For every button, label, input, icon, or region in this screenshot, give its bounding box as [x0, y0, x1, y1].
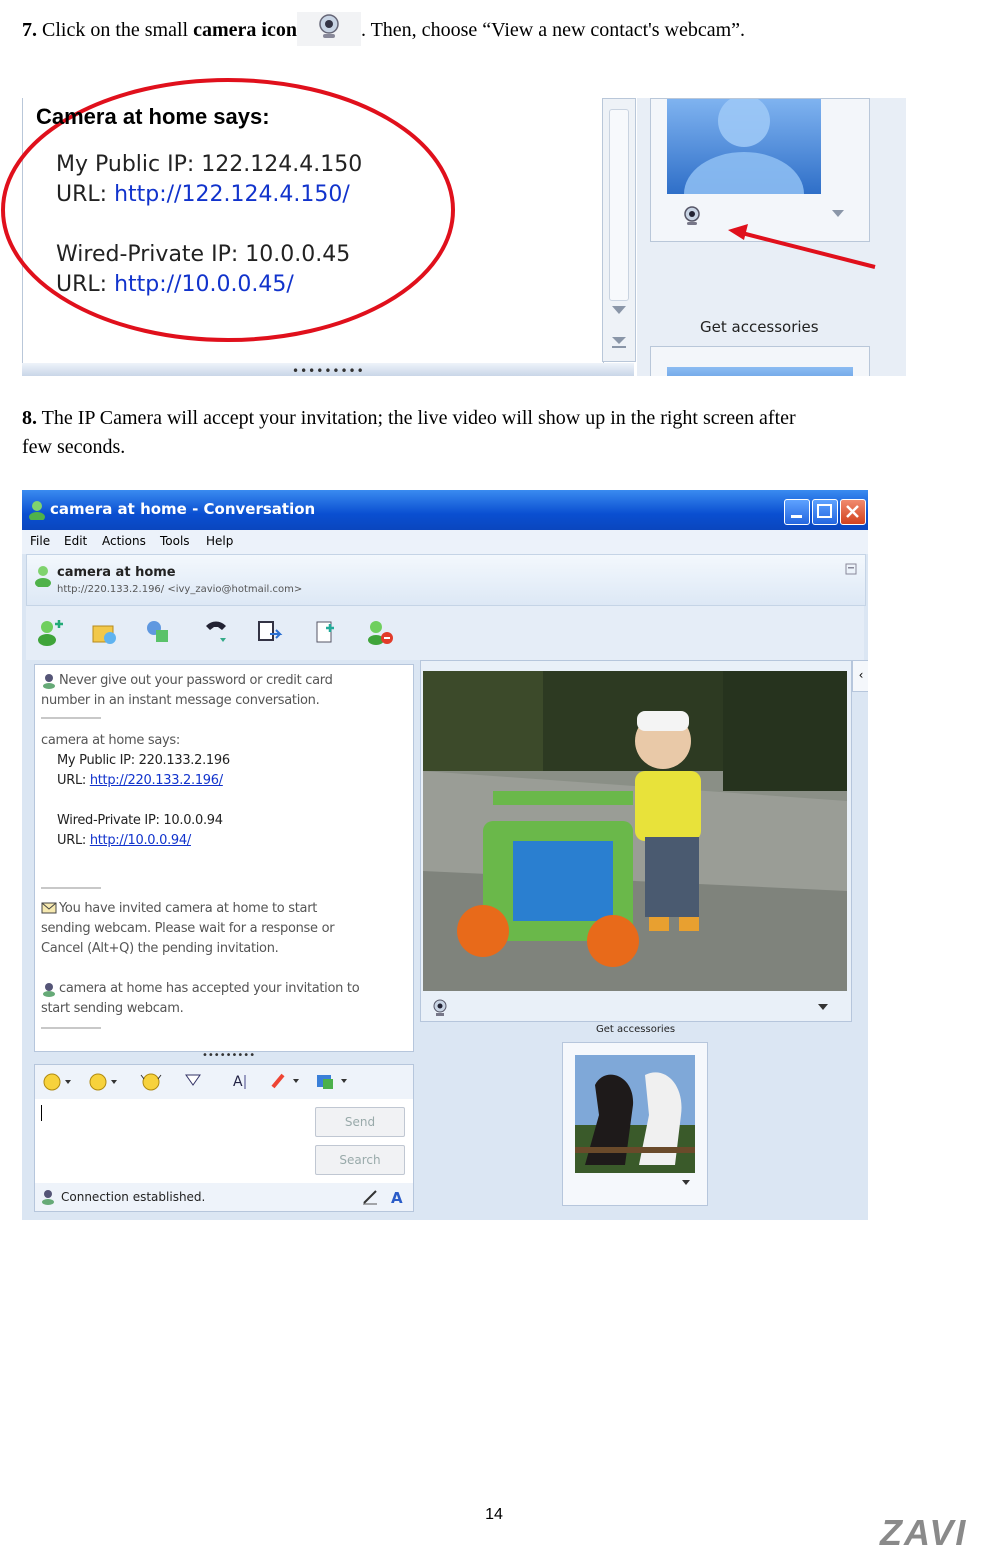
step-number: 7. [22, 19, 37, 41]
accessory-box [650, 346, 870, 376]
menu-edit[interactable]: Edit [64, 534, 87, 548]
invite-line-1: You have invited camera at home to start [59, 901, 318, 916]
message-private-ip: Wired-Private IP: 10.0.0.94 [57, 813, 223, 828]
step-text: Click on the small [42, 19, 189, 41]
warning-line-2: number in an instant message conversatio… [41, 693, 320, 708]
wink-icon[interactable] [89, 1071, 119, 1091]
chevron-down-icon[interactable] [681, 1179, 691, 1186]
menu-help[interactable]: Help [206, 534, 233, 548]
send-files-icon[interactable] [90, 618, 118, 646]
step-number: 8. [22, 407, 37, 429]
text-cursor [41, 1105, 42, 1121]
invite-contact-icon[interactable] [36, 618, 64, 646]
display-picture-box [562, 1042, 708, 1206]
window-title: camera at home - Conversation [50, 500, 316, 518]
message-public-ip: My Public IP: 220.133.2.196 [57, 753, 230, 768]
invite-line-2: sending webcam. Please wait for a respon… [41, 921, 335, 936]
search-button[interactable]: Search [315, 1145, 405, 1175]
contact-header: camera at home http://220.133.2.196/ <iv… [26, 554, 866, 606]
resize-handle[interactable]: ••••••••• [292, 364, 365, 376]
webcam-icon[interactable] [431, 999, 449, 1017]
handwriting-icon[interactable] [361, 1188, 379, 1206]
webcam-video [423, 671, 847, 991]
display-picture [575, 1055, 695, 1173]
format-toolbar: A [35, 1065, 413, 1099]
contact-status-icon [35, 566, 51, 587]
title-bar[interactable]: camera at home - Conversation [22, 490, 868, 530]
background-icon[interactable] [271, 1071, 303, 1091]
activities-icon[interactable] [312, 618, 340, 646]
camera-icon [296, 12, 361, 46]
menu-bar: File Edit Actions Tools Help [22, 530, 868, 554]
call-icon[interactable] [202, 618, 230, 646]
step-7-instruction: 7. Click on the small camera icon . Then… [22, 12, 745, 46]
warning-line-1: Never give out your password or credit c… [59, 673, 333, 688]
share-folder-icon[interactable] [256, 618, 284, 646]
invite-line-3: Cancel (Alt+Q) the pending invitation. [41, 941, 279, 956]
menu-actions[interactable]: Actions [102, 534, 146, 548]
separator [41, 1027, 101, 1029]
message-history: Never give out your password or credit c… [34, 664, 414, 1052]
step-text-line2: few seconds. [22, 436, 126, 458]
webcam-video-pane [420, 660, 852, 1022]
webcam-accepted-icon [43, 983, 55, 997]
svg-text:A: A [233, 1074, 243, 1090]
pointer-arrow [737, 230, 876, 269]
separator [41, 717, 101, 719]
camera-says-heading: Camera at home says: [36, 104, 270, 129]
nudge-icon[interactable] [139, 1071, 163, 1093]
status-icon [42, 1190, 54, 1205]
minimize-button[interactable] [784, 499, 810, 525]
video-toolbar [421, 993, 851, 1021]
step-text: The IP Camera will accept your invitatio… [41, 407, 796, 429]
message-sender: camera at home says: [41, 733, 180, 748]
status-text: Connection established. [61, 1190, 206, 1204]
collapse-panel-button[interactable]: ‹ [852, 660, 868, 692]
envelope-icon [41, 902, 57, 914]
status-bar: Connection established. A [35, 1183, 413, 1211]
menu-file[interactable]: File [30, 534, 50, 548]
accepted-line-2: start sending webcam. [41, 1001, 184, 1016]
accepted-line-1: camera at home has accepted your invitat… [59, 981, 360, 996]
private-url-link[interactable]: http://10.0.0.94/ [90, 833, 191, 848]
url-label: URL: [57, 773, 90, 788]
contact-icon [29, 501, 45, 520]
block-contact-icon[interactable] [366, 618, 394, 646]
page-number: 14 [485, 1506, 503, 1523]
message-public-url-line: URL: http://220.133.2.196/ [57, 771, 223, 791]
webcam-toolbar-icon[interactable] [144, 618, 172, 646]
header-options-icon[interactable] [845, 563, 857, 575]
arrow-head [728, 224, 748, 240]
chevron-down-icon[interactable] [817, 1003, 829, 1011]
public-url-link[interactable]: http://220.133.2.196/ [90, 773, 223, 788]
maximize-button[interactable] [812, 499, 838, 525]
action-toolbar [26, 606, 864, 660]
emoticon-icon[interactable] [43, 1073, 73, 1091]
url-label: URL: [57, 833, 90, 848]
games-icon[interactable] [315, 1071, 351, 1091]
step-bold-text: camera icon [193, 19, 297, 41]
compose-area: A Send Search Connection established. A [34, 1064, 414, 1212]
get-accessories-link[interactable]: Get accessories [596, 1024, 675, 1035]
brand-logo: ZAVI [880, 1512, 968, 1553]
message-private-url-line: URL: http://10.0.0.94/ [57, 831, 191, 851]
menu-tools[interactable]: Tools [160, 534, 190, 548]
svg-text:A: A [391, 1189, 403, 1206]
step-text-end: . Then, choose “View a new contact's web… [360, 19, 746, 41]
send-button[interactable]: Send [315, 1107, 405, 1137]
close-button[interactable] [840, 499, 866, 525]
resize-handle[interactable]: ••••••••• [202, 1050, 255, 1061]
font-icon[interactable]: A [231, 1071, 255, 1091]
warning-icon [43, 674, 55, 689]
conversation-window-screenshot: camera at home - Conversation File Edit … [22, 490, 868, 1220]
wink-animation-icon[interactable] [183, 1071, 203, 1091]
contact-info: http://220.133.2.196/ <ivy_zavio@hotmail… [57, 584, 303, 595]
step-8-instruction: 8. The IP Camera will accept your invita… [22, 404, 796, 462]
contact-name: camera at home [57, 565, 176, 580]
separator [41, 887, 101, 889]
type-text-icon[interactable]: A [389, 1188, 407, 1206]
